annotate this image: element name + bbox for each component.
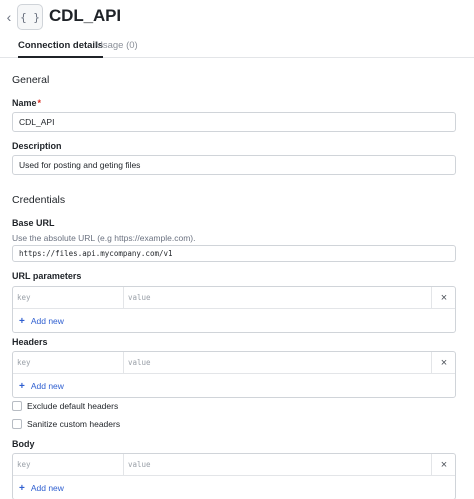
headers-label: Headers (12, 337, 48, 347)
general-section-title: General (12, 74, 50, 86)
exclude-default-headers-label: Exclude default headers (27, 401, 119, 411)
body-label: Body (12, 439, 35, 449)
body-row: key value × (13, 454, 455, 476)
checkbox-box[interactable] (12, 401, 22, 411)
headers-table: key value × + Add new (12, 351, 456, 398)
required-mark: * (37, 98, 42, 108)
plus-icon: + (19, 315, 25, 327)
url-parameter-value-input[interactable]: value (124, 287, 432, 308)
add-new-label: Add new (30, 483, 64, 493)
name-label: Name* (12, 98, 42, 108)
close-icon[interactable]: × (433, 454, 455, 475)
page-title: CDL_API (49, 6, 122, 25)
body-value-input[interactable]: value (124, 454, 432, 475)
base-url-input[interactable]: https://files.api.mycompany.com/v1 (12, 245, 456, 262)
close-icon[interactable]: × (433, 287, 455, 308)
add-url-parameter-button[interactable]: + Add new (19, 312, 64, 330)
tab-usage[interactable]: Usage (0) (96, 40, 138, 51)
add-new-label: Add new (30, 316, 64, 326)
sanitize-custom-headers-checkbox[interactable]: Sanitize custom headers (12, 418, 120, 430)
add-new-label: Add new (30, 381, 64, 391)
tab-connection-details[interactable]: Connection details (18, 40, 103, 58)
close-icon[interactable]: × (433, 352, 455, 373)
body-key-input[interactable]: key (13, 454, 124, 475)
header-value-input[interactable]: value (124, 352, 432, 373)
url-parameters-table: key value × + Add new (12, 286, 456, 333)
add-body-field-button[interactable]: + Add new (19, 479, 64, 497)
page-header: ‹ { } CDL_API (0, 0, 474, 36)
body-table: key value × + Add new (12, 453, 456, 499)
base-url-hint: Use the absolute URL (e.g https://exampl… (12, 233, 196, 243)
header-key-input[interactable]: key (13, 352, 124, 373)
header-row: key value × (13, 352, 455, 374)
chevron-left-icon[interactable]: ‹ (3, 8, 15, 26)
tab-bar: Connection details Usage (0) (0, 38, 474, 58)
base-url-label: Base URL (12, 218, 55, 228)
checkbox-box[interactable] (12, 419, 22, 429)
description-label: Description (12, 141, 62, 151)
exclude-default-headers-checkbox[interactable]: Exclude default headers (12, 400, 118, 412)
description-input[interactable]: Used for posting and geting files (12, 155, 456, 175)
url-parameter-key-input[interactable]: key (13, 287, 124, 308)
url-parameter-row: key value × (13, 287, 455, 309)
name-input[interactable]: CDL_API (12, 112, 456, 132)
url-parameters-label: URL parameters (12, 271, 82, 281)
api-connection-icon: { } (17, 4, 43, 30)
plus-icon: + (19, 482, 25, 494)
sanitize-custom-headers-label: Sanitize custom headers (27, 419, 121, 429)
credentials-section-title: Credentials (12, 194, 66, 206)
plus-icon: + (19, 380, 25, 392)
add-header-button[interactable]: + Add new (19, 377, 64, 395)
